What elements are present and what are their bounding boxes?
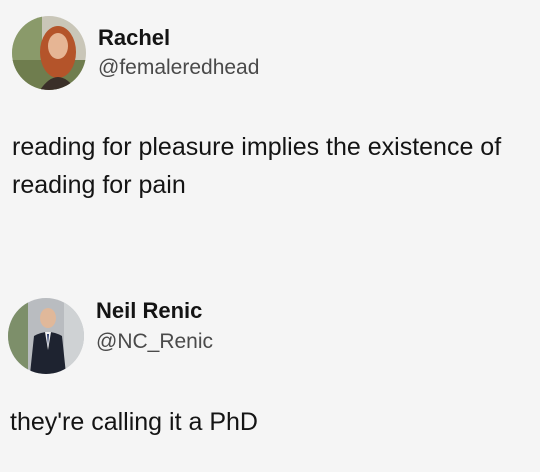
author-handle[interactable]: @femaleredhead	[98, 56, 259, 80]
author-handle[interactable]: @NC_Renic	[96, 330, 213, 354]
post-text: they're calling it a PhD	[10, 408, 258, 436]
author-name[interactable]: Neil Renic	[96, 298, 202, 324]
woman-avatar-icon	[12, 16, 86, 90]
avatar-neil-renic[interactable]	[8, 298, 84, 374]
avatar-rachel[interactable]	[12, 16, 86, 90]
author-name[interactable]: Rachel	[98, 25, 170, 51]
man-avatar-icon	[8, 298, 84, 374]
post-text: reading for pleasure implies the existen…	[12, 133, 502, 199]
